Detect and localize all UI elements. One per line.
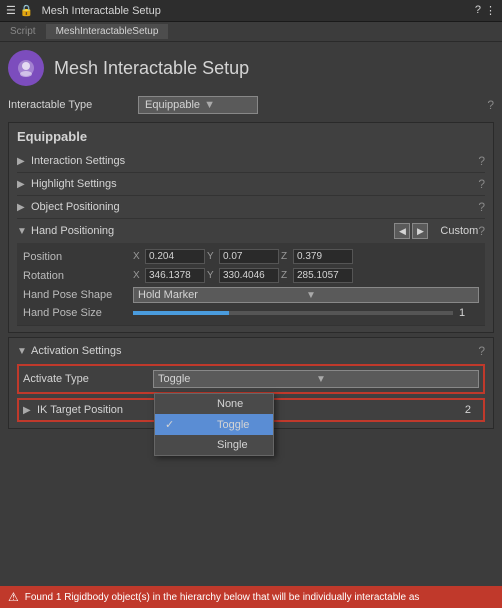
component-header: Mesh Interactable Setup xyxy=(8,50,494,86)
position-x-label: X xyxy=(133,251,143,262)
equippable-section: Equippable ▶ Interaction Settings ? ▶ Hi… xyxy=(8,122,494,333)
equippable-title: Equippable xyxy=(17,129,485,144)
hand-pos-nav: ◀ ▶ xyxy=(394,223,428,239)
interactable-type-dropdown[interactable]: Equippable ▼ xyxy=(138,96,258,114)
help-icon[interactable]: ? xyxy=(475,4,481,17)
status-bar: ⚠ Found 1 Rigidbody object(s) in the hie… xyxy=(0,586,502,608)
hand-positioning-label: Hand Positioning xyxy=(31,225,394,237)
hand-pose-shape-label: Hand Pose Shape xyxy=(23,289,133,301)
hand-positioning-subfields: Position X Y Z Rotation X Y Z xyxy=(17,243,485,326)
position-z-label: Z xyxy=(281,251,291,262)
interactable-type-help-icon[interactable]: ? xyxy=(487,98,494,112)
hand-pose-shape-dropdown[interactable]: Hold Marker ▼ xyxy=(133,287,479,303)
object-positioning-label: Object Positioning xyxy=(31,201,478,213)
hand-positioning-collapse-icon: ▼ xyxy=(17,226,31,237)
position-y-input[interactable] xyxy=(219,249,279,264)
hand-pose-size-row: Hand Pose Size 1 xyxy=(23,305,479,321)
title-bar-icons: ☰ 🔒 xyxy=(6,4,34,17)
component-title: Mesh Interactable Setup xyxy=(54,58,249,79)
ik-target-value: 2 xyxy=(465,404,471,416)
activate-type-row: Activate Type Toggle ▼ None ✓ Toggle xyxy=(17,364,485,394)
hand-pose-shape-row: Hand Pose Shape Hold Marker ▼ xyxy=(23,285,479,305)
tab-bar: Script MeshInteractableSetup xyxy=(0,22,502,42)
activation-collapse-icon: ▼ xyxy=(17,346,31,357)
rotation-row: Rotation X Y Z xyxy=(23,266,479,285)
activation-title: Activation Settings xyxy=(31,345,478,357)
dropdown-arrow-icon: ▼ xyxy=(204,99,251,111)
rotation-label: Rotation xyxy=(23,270,133,282)
object-positioning-collapse-icon: ▶ xyxy=(17,202,31,213)
activate-type-popup: None ✓ Toggle Single xyxy=(154,393,274,456)
hand-positioning-help-icon[interactable]: ? xyxy=(478,224,485,238)
lock-icon: 🔒 xyxy=(20,4,34,17)
ik-collapse-icon: ▶ xyxy=(23,405,37,416)
hand-pos-prev-button[interactable]: ◀ xyxy=(394,223,410,239)
rotation-xyz-group: X Y Z xyxy=(133,268,353,283)
hand-pos-value: Custom xyxy=(440,225,478,237)
activation-section: ▼ Activation Settings ? Activate Type To… xyxy=(8,337,494,429)
hand-pos-next-button[interactable]: ▶ xyxy=(412,223,428,239)
position-y-label: Y xyxy=(207,251,217,262)
interactable-type-row: Interactable Type Equippable ▼ ? xyxy=(8,96,494,114)
hand-positioning-row[interactable]: ▼ Hand Positioning ◀ ▶ Custom ? xyxy=(17,219,485,243)
position-row: Position X Y Z xyxy=(23,247,479,266)
hand-pose-size-value: 1 xyxy=(459,307,479,319)
more-icon[interactable]: ⋮ xyxy=(485,4,496,17)
rotation-y-input[interactable] xyxy=(219,268,279,283)
highlight-settings-collapse-icon: ▶ xyxy=(17,179,31,190)
object-positioning-help-icon[interactable]: ? xyxy=(478,200,485,214)
hand-pose-size-slider[interactable] xyxy=(133,311,453,315)
toggle-check-icon: ✓ xyxy=(165,418,211,431)
title-bar-title: Mesh Interactable Setup xyxy=(42,5,161,17)
activate-type-arrow-icon: ▼ xyxy=(316,374,474,385)
position-label: Position xyxy=(23,251,133,263)
rotation-z-label: Z xyxy=(281,270,291,281)
activate-option-toggle[interactable]: ✓ Toggle xyxy=(155,414,273,435)
tab-script[interactable]: Script xyxy=(0,24,46,39)
activate-option-single[interactable]: Single xyxy=(155,435,273,455)
activate-type-dropdown[interactable]: Toggle ▼ None ✓ Toggle Single xyxy=(153,370,479,388)
hand-pose-size-label: Hand Pose Size xyxy=(23,307,133,319)
interaction-settings-label: Interaction Settings xyxy=(31,155,478,167)
component-icon xyxy=(8,50,44,86)
hand-pose-shape-arrow-icon: ▼ xyxy=(306,290,474,301)
activation-help-icon[interactable]: ? xyxy=(478,344,485,358)
status-warning-icon: ⚠ xyxy=(8,590,19,604)
object-positioning-row[interactable]: ▶ Object Positioning ? xyxy=(17,196,485,219)
rotation-x-input[interactable] xyxy=(145,268,205,283)
highlight-settings-row[interactable]: ▶ Highlight Settings ? xyxy=(17,173,485,196)
position-xyz-group: X Y Z xyxy=(133,249,353,264)
status-message: Found 1 Rigidbody object(s) in the hiera… xyxy=(25,592,420,603)
interaction-settings-collapse-icon: ▶ xyxy=(17,156,31,167)
highlight-settings-help-icon[interactable]: ? xyxy=(478,177,485,191)
interaction-settings-help-icon[interactable]: ? xyxy=(478,154,485,168)
position-x-input[interactable] xyxy=(145,249,205,264)
position-z-input[interactable] xyxy=(293,249,353,264)
rotation-z-input[interactable] xyxy=(293,268,353,283)
activate-option-none[interactable]: None xyxy=(155,394,273,414)
main-content: Mesh Interactable Setup Interactable Typ… xyxy=(0,42,502,608)
tab-mesh-interactable[interactable]: MeshInteractableSetup xyxy=(46,24,169,39)
rotation-x-label: X xyxy=(133,270,143,281)
activation-header: ▼ Activation Settings ? xyxy=(17,344,485,358)
highlight-settings-label: Highlight Settings xyxy=(31,178,478,190)
activate-type-label: Activate Type xyxy=(23,373,153,385)
interaction-settings-row[interactable]: ▶ Interaction Settings ? xyxy=(17,150,485,173)
interactable-type-label: Interactable Type xyxy=(8,99,138,111)
title-bar-right: ? ⋮ xyxy=(475,4,496,17)
title-bar: ☰ 🔒 Mesh Interactable Setup ? ⋮ xyxy=(0,0,502,22)
menu-icon: ☰ xyxy=(6,4,16,17)
rotation-y-label: Y xyxy=(207,270,217,281)
